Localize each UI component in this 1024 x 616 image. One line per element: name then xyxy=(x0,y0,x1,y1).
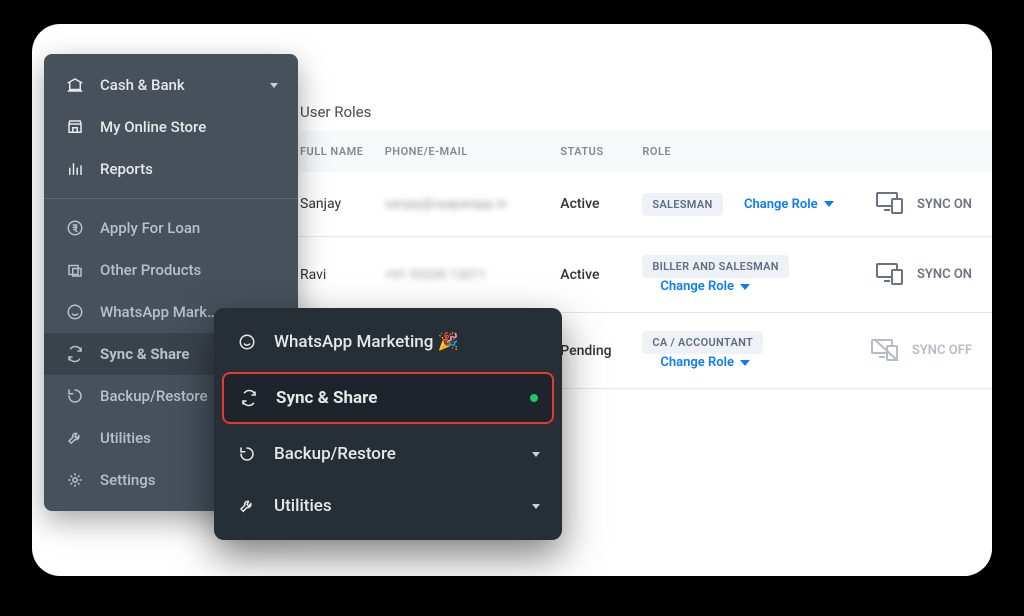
devices-icon xyxy=(873,190,907,218)
table-row: Sanjay sanjay@vyaparapp.in Active SALESM… xyxy=(272,172,992,237)
devices-icon xyxy=(868,337,902,365)
sidebar-separator xyxy=(44,198,298,199)
devices-icon xyxy=(873,261,907,289)
change-role-link[interactable]: Change Role xyxy=(660,355,750,370)
restore-icon xyxy=(64,387,86,405)
products-icon xyxy=(64,261,86,279)
chevron-down-icon xyxy=(270,83,278,88)
whatsapp-icon xyxy=(64,303,86,321)
bank-icon xyxy=(64,76,86,94)
submenu-item-restore[interactable]: Backup/Restore xyxy=(214,428,562,480)
role-pill: SALESMAN xyxy=(642,193,722,216)
cell-status: Active xyxy=(550,172,632,237)
sidebar-item-label: My Online Store xyxy=(100,118,206,136)
sidebar-item-store[interactable]: My Online Store xyxy=(44,106,298,148)
cell-status: Pending xyxy=(550,313,632,389)
col-role: ROLE xyxy=(632,131,854,172)
cell-status: Active xyxy=(550,237,632,313)
change-role-link[interactable]: Change Role xyxy=(744,197,834,212)
sidebar-item-rupee[interactable]: Apply For Loan xyxy=(44,207,298,249)
sync-icon xyxy=(238,389,260,407)
submenu-item-label: Sync & Share xyxy=(276,388,377,408)
cell-role: SALESMAN Change Role xyxy=(632,172,854,237)
cell-sync: SYNC OFF xyxy=(854,313,992,389)
sidebar-item-label: WhatsApp Mark… xyxy=(100,303,218,321)
col-phone: PHONE/E-MAIL xyxy=(375,131,551,172)
sync-toggle[interactable]: SYNC OFF xyxy=(868,337,972,365)
store-icon xyxy=(64,118,86,136)
chevron-down-icon xyxy=(532,452,540,457)
wrench-icon xyxy=(64,429,86,447)
sync-label: SYNC ON xyxy=(917,197,972,212)
sync-icon xyxy=(64,345,86,363)
submenu-item-label: WhatsApp Marketing 🎉 xyxy=(274,332,459,352)
sidebar-item-reports[interactable]: Reports xyxy=(44,148,298,190)
col-sync xyxy=(854,131,992,172)
wrench-icon xyxy=(236,497,258,515)
sidebar-item-label: Backup/Restore xyxy=(100,387,208,405)
submenu-item-sync[interactable]: Sync & Share xyxy=(222,372,554,424)
role-pill: CA / ACCOUNTANT xyxy=(642,331,763,354)
submenu-popover: WhatsApp Marketing 🎉 Sync & Share Backup… xyxy=(214,308,562,540)
sidebar-item-label: Apply For Loan xyxy=(100,219,200,237)
sync-toggle[interactable]: SYNC ON xyxy=(873,190,972,218)
sidebar-item-bank[interactable]: Cash & Bank xyxy=(44,64,298,106)
table-row: Ravi +91 93339 13011 Active BILLER AND S… xyxy=(272,237,992,313)
cell-phone: +91 93339 13011 xyxy=(375,237,551,313)
status-dot-icon xyxy=(530,394,538,402)
submenu-item-whatsapp[interactable]: WhatsApp Marketing 🎉 xyxy=(214,316,562,368)
sync-label: SYNC ON xyxy=(917,267,972,282)
cell-role: BILLER AND SALESMAN Change Role xyxy=(632,237,854,313)
cell-sync: SYNC ON xyxy=(854,237,992,313)
cell-role: CA / ACCOUNTANT Change Role xyxy=(632,313,854,389)
cell-sync: SYNC ON xyxy=(854,172,992,237)
restore-icon xyxy=(236,445,258,463)
rupee-icon xyxy=(64,219,86,237)
role-pill: BILLER AND SALESMAN xyxy=(642,255,788,278)
sidebar-item-label: Sync & Share xyxy=(100,345,189,363)
chevron-down-icon xyxy=(740,284,750,290)
chevron-down-icon xyxy=(740,360,750,366)
app-card: User Roles FULL NAME PHONE/E-MAIL STATUS… xyxy=(32,24,992,576)
submenu-item-label: Backup/Restore xyxy=(274,444,396,464)
cell-phone: sanjay@vyaparapp.in xyxy=(375,172,551,237)
submenu-item-label: Utilities xyxy=(274,496,332,516)
sidebar-item-label: Reports xyxy=(100,160,153,178)
page-title: User Roles xyxy=(272,89,992,131)
col-status: STATUS xyxy=(550,131,632,172)
chevron-down-icon xyxy=(824,201,834,207)
change-role-link[interactable]: Change Role xyxy=(660,279,750,294)
sidebar-item-label: Utilities xyxy=(100,429,151,447)
sidebar-item-label: Other Products xyxy=(100,261,201,279)
sidebar-item-label: Settings xyxy=(100,471,156,489)
reports-icon xyxy=(64,160,86,178)
sidebar-item-products[interactable]: Other Products xyxy=(44,249,298,291)
sidebar-item-label: Cash & Bank xyxy=(100,76,185,94)
whatsapp-icon xyxy=(236,333,258,351)
sync-toggle[interactable]: SYNC ON xyxy=(873,261,972,289)
gear-icon xyxy=(64,471,86,489)
chevron-down-icon xyxy=(532,504,540,509)
sync-label: SYNC OFF xyxy=(912,343,972,358)
submenu-item-wrench[interactable]: Utilities xyxy=(214,480,562,532)
